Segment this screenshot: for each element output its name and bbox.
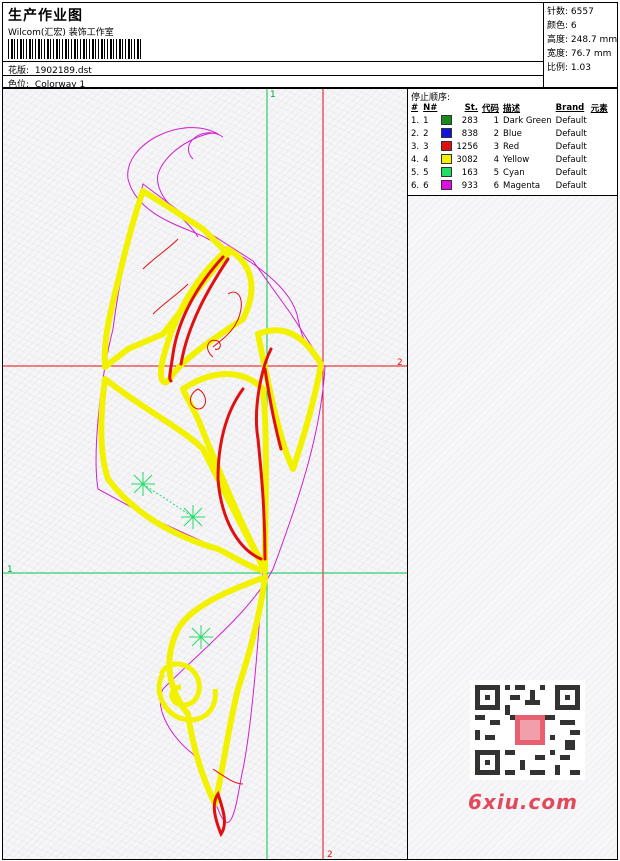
cell-brand: Default	[555, 154, 587, 165]
cell-num: 1.	[411, 115, 420, 126]
col-st: St.	[464, 102, 479, 113]
cell-desc: Magenta	[503, 180, 541, 191]
col-brand: Brand	[555, 102, 585, 113]
star-3	[189, 625, 213, 649]
cell-element	[589, 166, 610, 179]
cell-stitches: 838	[461, 128, 479, 139]
color-swatch	[441, 180, 453, 191]
cell-stitches: 283	[461, 115, 479, 126]
cell-n: 1	[423, 115, 429, 126]
cell-code: 3	[493, 141, 500, 152]
table-row: 6. 6 933 6 Magenta Default	[409, 179, 610, 192]
table-row: 5. 5 163 5 Cyan Default	[409, 166, 610, 179]
cell-stitches: 933	[461, 180, 479, 191]
cell-n: 3	[423, 141, 429, 152]
cell-brand: Default	[555, 128, 587, 139]
col-num: #	[411, 102, 419, 113]
sheet-title: 生产作业图	[8, 8, 83, 24]
cell-code: 6	[493, 180, 500, 191]
embroidery-preview: 1 2 2 1	[3, 89, 407, 860]
color-swatch	[439, 140, 454, 153]
table-row: 2. 2 838 2 Blue Default	[409, 127, 610, 140]
cell-desc: Red	[503, 141, 520, 152]
stat-stitches: 针数: 6557	[547, 7, 594, 17]
color-swatch	[441, 154, 453, 165]
cell-n: 6	[423, 180, 429, 191]
stat-width: 宽度: 76.7 mm	[547, 49, 612, 59]
stat-height: 高度: 248.7 mm	[547, 35, 618, 45]
stat-scale: 比例: 1.03	[547, 63, 591, 73]
cell-desc: Cyan	[503, 167, 525, 178]
col-n: N#	[423, 102, 438, 113]
cell-num: 4.	[411, 154, 420, 165]
cell-element	[589, 114, 610, 127]
cell-code: 4	[493, 154, 500, 165]
cell-desc: Yellow	[503, 154, 530, 165]
cell-n: 4	[423, 154, 429, 165]
header-info: 生产作业图 Wilcom(汇宏) 装饰工作室 花版: 1902189.dst 色…	[3, 3, 543, 90]
cell-element	[589, 153, 610, 166]
stat-colors: 颜色: 6	[547, 21, 577, 31]
cell-num: 5.	[411, 167, 420, 178]
color-swatch	[439, 114, 454, 127]
color-swatch	[439, 153, 454, 166]
company-name: Wilcom(汇宏) 装饰工作室	[8, 28, 114, 38]
cell-element	[589, 179, 610, 192]
cell-num: 2.	[411, 128, 420, 139]
axis-label-top: 1	[270, 90, 276, 100]
cell-brand: Default	[555, 141, 587, 152]
header: 生产作业图 Wilcom(汇宏) 装饰工作室 花版: 1902189.dst 色…	[2, 2, 619, 90]
col-swatch	[439, 101, 454, 114]
table-row: 3. 3 1256 3 Red Default	[409, 140, 610, 153]
col-code: 代码	[482, 103, 500, 114]
cell-code: 1	[493, 115, 500, 126]
cell-desc: Dark Green	[503, 115, 552, 126]
table-header-row: # N# St. 代码 描述 Brand 元素	[409, 101, 610, 114]
cell-brand: Default	[555, 167, 587, 178]
cell-brand: Default	[555, 180, 587, 191]
cell-code: 5	[493, 167, 500, 178]
stop-sequence-box: 停止顺序: # N# St. 代码 描述 Brand 元素 1. 1 283 1 Dar…	[408, 89, 617, 196]
color-swatch	[441, 115, 453, 126]
cell-element	[589, 140, 610, 153]
table-row: 1. 1 283 1 Dark Green Default	[409, 114, 610, 127]
watermark: 6xiu.com	[468, 790, 578, 814]
stats-panel: 针数: 6557 颜色: 6 高度: 248.7 mm 宽度: 76.7 mm …	[543, 3, 619, 89]
axis-label-left: 1	[7, 565, 13, 575]
divider	[3, 61, 543, 62]
cell-num: 6.	[411, 180, 420, 191]
cell-stitches: 1256	[456, 141, 479, 152]
divider	[3, 75, 543, 76]
table-row: 4. 4 3082 4 Yellow Default	[409, 153, 610, 166]
cell-stitches: 3082	[456, 154, 479, 165]
qr-code	[470, 680, 585, 780]
color-sequence-table: # N# St. 代码 描述 Brand 元素 1. 1 283 1 Dark Gree…	[409, 101, 610, 192]
color-swatch	[439, 179, 454, 192]
green-stars	[131, 472, 213, 649]
cell-element	[589, 127, 610, 140]
col-element: 元素	[590, 103, 608, 114]
color-swatch	[441, 141, 453, 152]
cell-num: 3.	[411, 141, 420, 152]
cell-n: 2	[423, 128, 429, 139]
cell-n: 5	[423, 167, 429, 178]
design-canvas: 1 2 2 1	[2, 88, 408, 860]
axis-label-right: 2	[397, 358, 403, 368]
color-swatch	[441, 128, 453, 139]
barcode	[8, 39, 143, 59]
cell-brand: Default	[555, 115, 587, 126]
cell-code: 2	[493, 128, 500, 139]
color-swatch	[441, 167, 453, 178]
color-swatch	[439, 127, 454, 140]
color-swatch	[439, 166, 454, 179]
axis-label-bottom: 2	[327, 850, 333, 860]
cell-desc: Blue	[503, 128, 522, 139]
col-desc: 描述	[503, 103, 521, 114]
cell-stitches: 163	[461, 167, 479, 178]
